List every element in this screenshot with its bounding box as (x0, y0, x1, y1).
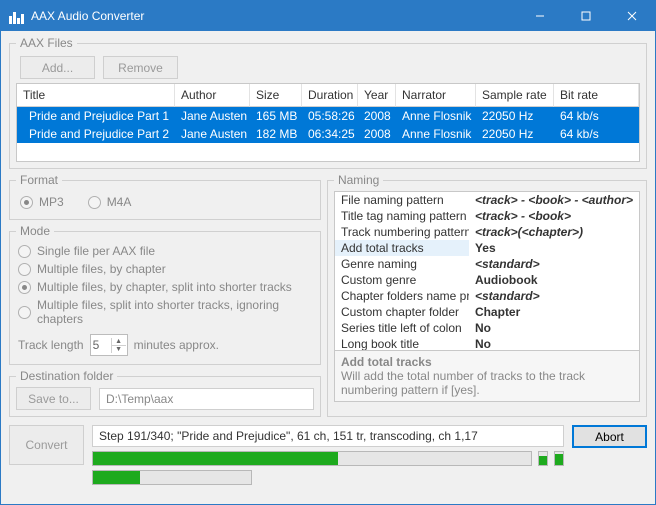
minimize-button[interactable] (517, 1, 563, 31)
track-length-label: Track length (18, 338, 84, 352)
spinner-down-icon[interactable]: ▼ (112, 346, 126, 353)
naming-row[interactable]: Custom genreAudiobook (335, 272, 639, 288)
progress-main-fill (93, 452, 338, 465)
radio-split-ignore[interactable]: Multiple files, split into shorter track… (16, 296, 314, 328)
aax-files-legend: AAX Files (16, 36, 77, 50)
files-grid[interactable]: Title Author Size Duration Year Narrator… (16, 83, 640, 162)
radio-icon (18, 263, 31, 276)
table-row[interactable]: Pride and Prejudice Part 2 Jane Austen 1… (17, 125, 639, 143)
window-title: AAX Audio Converter (31, 9, 517, 23)
radio-mp3[interactable]: MP3 (18, 193, 66, 211)
app-icon (9, 8, 25, 24)
radio-single[interactable]: Single file per AAX file (16, 242, 314, 260)
progress-status: Step 191/340; "Pride and Prejudice", 61 … (92, 425, 564, 447)
mode-legend: Mode (16, 224, 54, 238)
col-title[interactable]: Title (17, 84, 175, 107)
destination-path[interactable]: D:\Temp\aax (99, 388, 314, 410)
radio-by-chapter[interactable]: Multiple files, by chapter (16, 260, 314, 278)
maximize-button[interactable] (563, 1, 609, 31)
naming-row[interactable]: Chapter folders name prefix<standard> (335, 288, 639, 304)
app-window: AAX Audio Converter AAX Files Add... Rem… (0, 0, 656, 505)
aax-files-group: AAX Files Add... Remove Title Author Siz… (9, 36, 647, 169)
mode-group: Mode Single file per AAX file Multiple f… (9, 224, 321, 365)
naming-row[interactable]: Title tag naming pattern<track> - <book> (335, 208, 639, 224)
col-size[interactable]: Size (250, 84, 302, 107)
radio-icon (18, 306, 31, 319)
progress-sub (92, 470, 252, 485)
abort-button[interactable]: Abort (572, 425, 647, 448)
remove-button[interactable]: Remove (103, 56, 178, 79)
naming-row[interactable]: Genre naming<standard> (335, 256, 639, 272)
add-button[interactable]: Add... (20, 56, 95, 79)
grid-header: Title Author Size Duration Year Narrator… (17, 84, 639, 107)
naming-grid[interactable]: File naming pattern<track> - <book> - <a… (334, 191, 640, 351)
col-narrator[interactable]: Narrator (396, 84, 476, 107)
naming-row-selected[interactable]: Add total tracksYes (335, 240, 639, 256)
progress-mini-1 (538, 451, 548, 466)
radio-icon (18, 245, 31, 258)
naming-description: Add total tracks Will add the total numb… (334, 351, 640, 402)
spinner-up-icon[interactable]: ▲ (112, 338, 126, 346)
col-author[interactable]: Author (175, 84, 250, 107)
radio-m4a[interactable]: M4A (86, 193, 134, 211)
col-duration[interactable]: Duration (302, 84, 358, 107)
naming-row[interactable]: Series title left of colonNo (335, 320, 639, 336)
progress-main (92, 451, 532, 466)
col-bit-rate[interactable]: Bit rate (554, 84, 639, 107)
naming-row[interactable]: Track numbering pattern<track>(<chapter>… (335, 224, 639, 240)
naming-desc-text: Will add the total number of tracks to t… (341, 369, 633, 397)
naming-group: Naming File naming pattern<track> - <boo… (327, 173, 647, 417)
naming-row[interactable]: Long book titleNo (335, 336, 639, 351)
close-button[interactable] (609, 1, 655, 31)
col-year[interactable]: Year (358, 84, 396, 107)
format-legend: Format (16, 173, 62, 187)
format-group: Format MP3 M4A (9, 173, 321, 220)
destination-legend: Destination folder (16, 369, 117, 383)
radio-icon (18, 281, 31, 294)
destination-group: Destination folder Save to... D:\Temp\aa… (9, 369, 321, 417)
naming-legend: Naming (334, 173, 383, 187)
naming-row[interactable]: Custom chapter folderChapter (335, 304, 639, 320)
naming-row[interactable]: File naming pattern<track> - <book> - <a… (335, 192, 639, 208)
titlebar[interactable]: AAX Audio Converter (1, 1, 655, 31)
radio-icon (20, 196, 33, 209)
progress-mini-2 (554, 451, 564, 466)
convert-button[interactable]: Convert (9, 425, 84, 465)
col-sample-rate[interactable]: Sample rate (476, 84, 554, 107)
save-to-button[interactable]: Save to... (16, 387, 91, 410)
track-length-stepper[interactable]: ▲▼ (90, 334, 128, 356)
track-length-unit: minutes approx. (134, 338, 219, 352)
progress-sub-fill (93, 471, 140, 484)
table-row[interactable]: Pride and Prejudice Part 1 Jane Austen 1… (17, 107, 639, 125)
naming-desc-title: Add total tracks (341, 355, 633, 369)
radio-by-chapter-split[interactable]: Multiple files, by chapter, split into s… (16, 278, 314, 296)
radio-icon (88, 196, 101, 209)
track-length-input[interactable] (91, 338, 111, 352)
